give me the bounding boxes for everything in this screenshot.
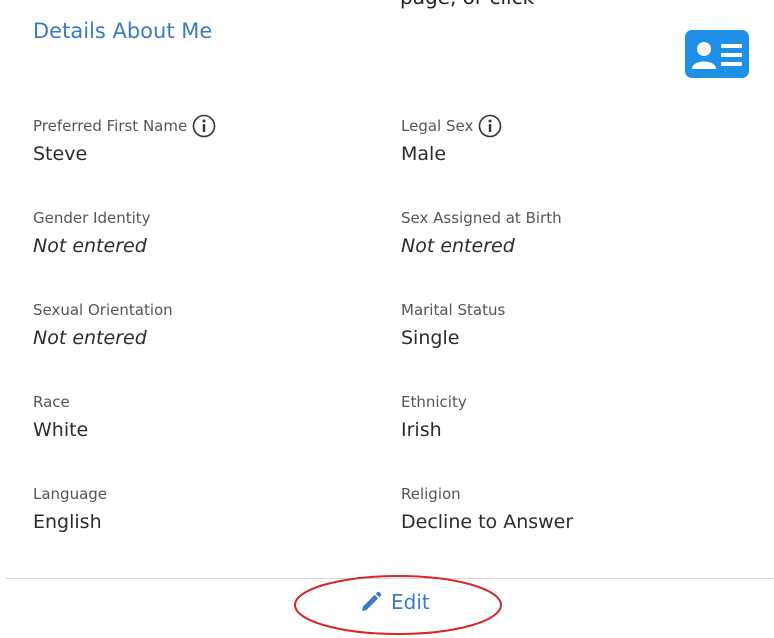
field-sexual-orientation: Sexual Orientation Not entered (33, 297, 173, 349)
field-marital-status: Marital Status Single (401, 297, 505, 349)
field-label: Religion (401, 485, 461, 503)
field-value: Decline to Answer (401, 511, 574, 533)
field-label: Ethnicity (401, 393, 467, 411)
pencil-icon (362, 591, 382, 611)
field-label: Sexual Orientation (33, 301, 173, 319)
card-title: Details About Me (33, 19, 213, 43)
field-value: Irish (401, 419, 442, 441)
field-value: Steve (33, 143, 88, 165)
field-label: Race (33, 393, 70, 411)
field-sex-assigned-at-birth: Sex Assigned at Birth Not entered (401, 205, 562, 257)
field-value: Not entered (33, 235, 147, 257)
field-language: Language English (33, 481, 107, 533)
field-label: Language (33, 485, 108, 503)
field-preferred-first-name: Preferred First Name Steve (33, 113, 216, 165)
field-ethnicity: Ethnicity Irish (401, 389, 467, 441)
field-legal-sex: Legal Sex Male (401, 113, 502, 165)
field-religion: Religion Decline to Answer (401, 481, 573, 533)
field-value: Single (401, 327, 460, 349)
field-value: White (33, 419, 89, 441)
field-value: Not entered (401, 235, 515, 257)
field-value: English (33, 511, 102, 533)
field-label: Gender Identity (33, 209, 151, 227)
info-icon[interactable] (478, 114, 502, 138)
edit-label: Edit (391, 590, 430, 614)
field-label: Sex Assigned at Birth (401, 209, 562, 227)
field-gender-identity: Gender Identity Not entered (33, 205, 151, 257)
field-label: Marital Status (401, 301, 506, 319)
field-race: Race White (33, 389, 88, 441)
info-icon[interactable] (192, 114, 216, 138)
field-value: Male (401, 143, 447, 165)
edit-button[interactable]: Edit (359, 590, 430, 614)
field-value: Not entered (33, 327, 147, 349)
clipped-instruction-text: page, or click (400, 0, 534, 9)
card-divider (6, 578, 774, 579)
field-label: Legal Sex (401, 117, 474, 135)
id-card-icon (685, 30, 749, 78)
field-label: Preferred First Name (33, 117, 188, 135)
